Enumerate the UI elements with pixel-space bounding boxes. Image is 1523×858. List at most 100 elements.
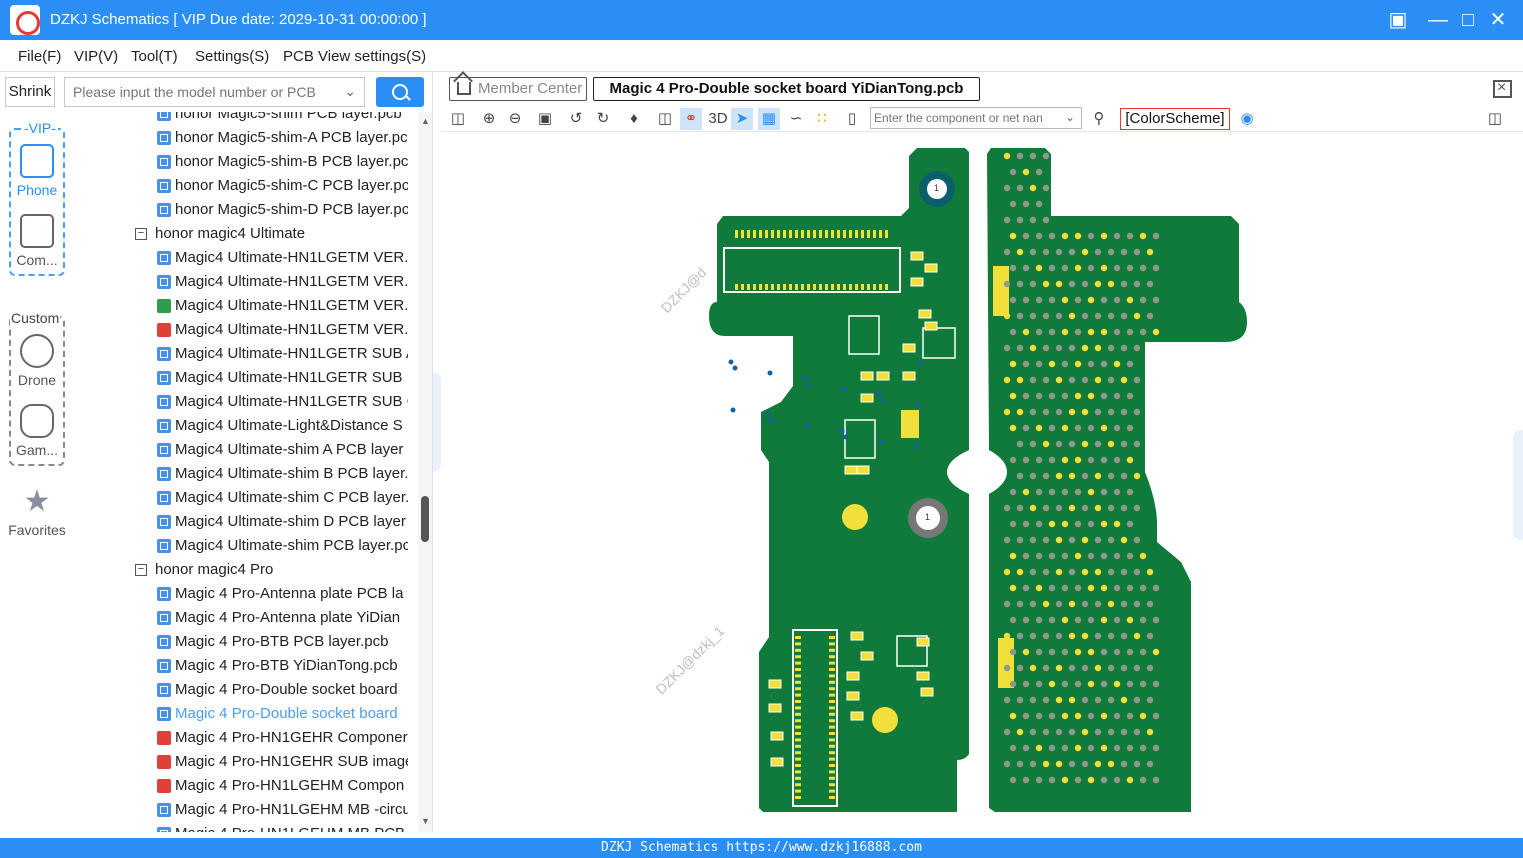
menu-settings[interactable]: Settings(S) <box>195 48 269 65</box>
minimize-icon[interactable]: — <box>1426 8 1450 32</box>
tree-file-item[interactable]: Magic4 Ultimate-shim PCB layer.pc <box>74 534 408 558</box>
tree-file-item[interactable]: Magic4 Ultimate-shim A PCB layer <box>74 438 408 462</box>
menu-vip[interactable]: VIP(V) <box>74 48 118 65</box>
eye-icon[interactable]: ◉ <box>1236 108 1258 130</box>
mirror-icon[interactable]: ◫ <box>654 108 676 130</box>
tree-file-item[interactable]: honor Magic5-shim-A PCB layer.pc <box>74 126 408 150</box>
tree-file-item[interactable]: Magic4 Ultimate-HN1LGETM VER.F <box>74 270 408 294</box>
shrink-button[interactable]: Shrink <box>5 77 55 107</box>
smd-component <box>846 691 860 701</box>
component-search-icon[interactable]: ⚲ <box>1088 108 1110 130</box>
favorites-star-icon[interactable]: ★ <box>23 487 51 517</box>
tree-file-item[interactable]: Magic 4 Pro-BTB YiDianTong.pcb <box>74 654 408 678</box>
connector-pin <box>789 230 792 238</box>
rotate-left-icon[interactable]: ↺ <box>565 108 587 130</box>
via <box>1042 184 1050 192</box>
tree-file-item[interactable]: Magic4 Ultimate-shim C PCB layer. <box>74 486 408 510</box>
split-view-icon[interactable]: ◫ <box>447 108 469 130</box>
component-dropdown-icon[interactable]: ⌄ <box>1065 110 1075 124</box>
scroll-up-icon[interactable]: ▲ <box>421 116 430 126</box>
tree-file-item[interactable]: honor Magic5-shim-D PCB layer.pc <box>74 198 408 222</box>
menu-pcb-view-settings[interactable]: PCB View settings(S) <box>283 48 426 65</box>
smd-component <box>860 371 874 381</box>
tree-file-item[interactable]: Magic 4 Pro-BTB PCB layer.pcb <box>74 630 408 654</box>
category-phone[interactable]: Phone <box>9 144 65 198</box>
tree-file-item[interactable]: honor Magic5-shim PCB layer.pcb <box>74 112 408 126</box>
panel-splitter[interactable] <box>432 72 441 832</box>
menu-tool[interactable]: Tool(T) <box>131 48 178 65</box>
zoom-out-icon[interactable]: ⊖ <box>504 108 526 130</box>
collapse-icon[interactable]: − <box>135 228 147 240</box>
scrollbar-thumb[interactable] <box>421 496 429 542</box>
via <box>1120 312 1128 320</box>
paint-icon[interactable]: ♦ <box>623 108 645 130</box>
fit-view-icon[interactable]: ▣ <box>534 108 556 130</box>
category-game[interactable]: Gam... <box>9 404 65 458</box>
tree-file-item[interactable]: Magic 4 Pro-HN1LGEHM Compon <box>74 774 408 798</box>
close-tab-icon[interactable] <box>1493 79 1512 98</box>
tree-group[interactable]: − honor magic4 Ultimate <box>74 222 408 246</box>
tree-file-item[interactable]: Magic4 Ultimate-HN1LGETM VER.F <box>74 318 408 342</box>
tab-active-file[interactable]: Magic 4 Pro-Double socket board YiDianTo… <box>593 77 980 101</box>
pin-mode-icon[interactable]: ➤ <box>731 108 753 130</box>
category-favorites[interactable]: Favorites <box>2 522 72 538</box>
tree-item-label: Magic4 Ultimate-HN1LGETM VER.F <box>175 297 408 314</box>
tree-file-item[interactable]: Magic 4 Pro-Antenna plate YiDian <box>74 606 408 630</box>
scroll-down-icon[interactable]: ▼ <box>421 816 430 826</box>
menu-file[interactable]: File(F) <box>18 48 61 65</box>
component-search-input[interactable] <box>871 108 1056 128</box>
tree-file-item[interactable]: honor Magic5-shim-C PCB layer.pc <box>74 174 408 198</box>
category-drone[interactable]: Drone <box>9 334 65 388</box>
tree-file-item[interactable]: Magic4 Ultimate-shim D PCB layer <box>74 510 408 534</box>
connector-pin <box>795 284 798 290</box>
tree-file-item[interactable]: Magic 4 Pro-Double socket board <box>74 678 408 702</box>
pads-icon[interactable]: ∷ <box>811 108 833 130</box>
component-search-box[interactable]: ⌄ <box>870 107 1082 129</box>
trace-icon[interactable]: ∽ <box>785 108 807 130</box>
chevron-down-icon[interactable]: ⌄ <box>344 83 356 100</box>
via <box>1055 504 1063 512</box>
tree-file-item[interactable]: honor Magic5-shim-B PCB layer.pc <box>74 150 408 174</box>
zoom-in-icon[interactable]: ⊕ <box>478 108 500 130</box>
connector-pin <box>829 751 835 755</box>
tree-scrollbar[interactable]: ▲ ▼ <box>418 112 432 832</box>
tree-file-item[interactable]: Magic4 Ultimate-shim B PCB layer. <box>74 462 408 486</box>
side-panel-icon[interactable]: ◫ <box>1484 108 1506 130</box>
tree-file-item[interactable]: Magic4 Ultimate-HN1LGETR SUB C <box>74 390 408 414</box>
collapse-icon[interactable]: − <box>135 564 147 576</box>
category-computer[interactable]: Com... <box>9 214 65 268</box>
pcb-canvas[interactable]: DZKJ@d DZKJ@dzkj_1 1 1 <box>441 132 1523 838</box>
mouse-icon[interactable]: ▯ <box>841 108 863 130</box>
tree-file-item[interactable]: Magic 4 Pro-HN1GEHR Componer <box>74 726 408 750</box>
via <box>1016 184 1024 192</box>
maximize-icon[interactable]: □ <box>1456 8 1480 32</box>
pcb-board-drawing[interactable] <box>441 132 1523 838</box>
tab-member-center[interactable]: Member Center <box>449 77 587 101</box>
view-3d-button[interactable]: 3D <box>705 108 731 130</box>
splitter-grip[interactable] <box>433 372 441 472</box>
net-mode-icon[interactable]: ▦ <box>758 108 780 130</box>
tree-file-item[interactable]: Magic4 Ultimate-HN1LGETM VER.F <box>74 294 408 318</box>
tree-group[interactable]: − honor magic4 Pro <box>74 558 408 582</box>
pad <box>1081 440 1089 448</box>
search-button[interactable] <box>376 77 424 107</box>
tree-file-item[interactable]: Magic 4 Pro-HN1LGEHM MB PCB l <box>74 822 408 832</box>
tree-file-item[interactable]: Magic4 Ultimate-Light&Distance S <box>74 414 408 438</box>
tree-file-item[interactable]: Magic 4 Pro-Antenna plate PCB la <box>74 582 408 606</box>
tree-file-item[interactable]: Magic4 Ultimate-HN1LGETR SUB B <box>74 366 408 390</box>
tree-file-item[interactable]: Magic 4 Pro-HN1LGEHM MB -circu <box>74 798 408 822</box>
via <box>1094 696 1102 704</box>
model-search-box[interactable]: ⌄ <box>64 77 365 107</box>
tree-file-item[interactable]: Magic4 Ultimate-HN1LGETM VER.F <box>74 246 408 270</box>
rotate-right-icon[interactable]: ↻ <box>592 108 614 130</box>
close-window-icon[interactable]: ✕ <box>1486 8 1510 32</box>
pad <box>1061 616 1069 624</box>
model-search-input[interactable] <box>65 78 325 106</box>
tree-file-item[interactable]: Magic 4 Pro-Double socket board <box>74 702 408 726</box>
right-panel-grip[interactable] <box>1513 430 1523 540</box>
tree-file-item[interactable]: Magic 4 Pro-HN1GEHR SUB image <box>74 750 408 774</box>
briefcase-icon[interactable]: ▣ <box>1386 8 1410 32</box>
highlight-icon[interactable]: ⚭ <box>680 108 702 130</box>
tree-file-item[interactable]: Magic4 Ultimate-HN1LGETR SUB A <box>74 342 408 366</box>
color-scheme-button[interactable]: [ColorScheme] <box>1120 108 1230 130</box>
